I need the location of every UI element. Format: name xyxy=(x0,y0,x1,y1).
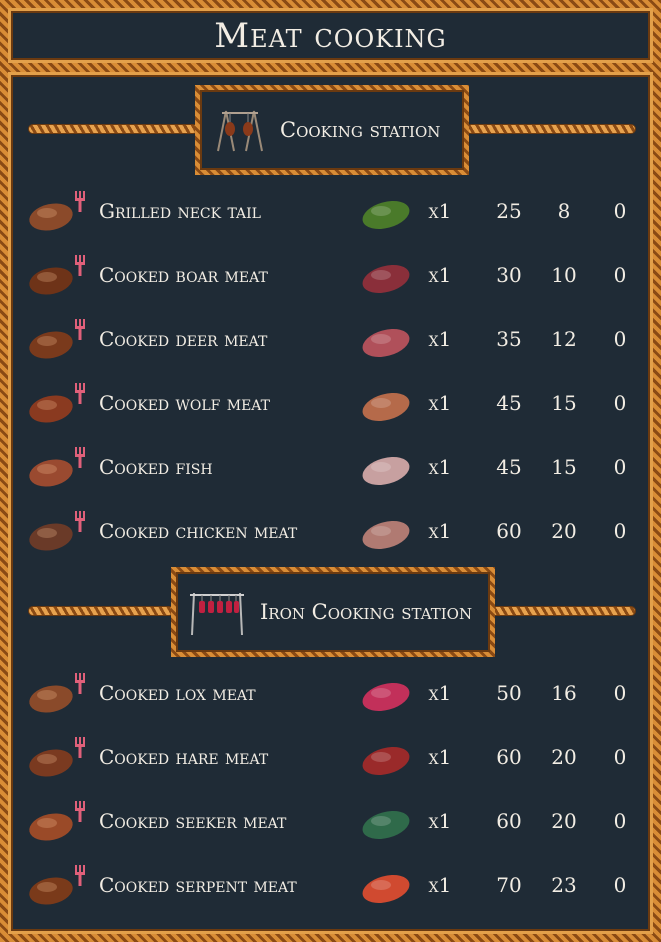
rope-divider-left xyxy=(28,606,174,616)
recipe-row[interactable]: Cooked serpent meat x1 70 23 0 xyxy=(11,859,656,915)
cooked-meat-icon xyxy=(29,255,85,295)
cooked-meat-icon xyxy=(29,447,85,487)
raw-ingredient-icon xyxy=(362,392,410,422)
dish-name: Cooked chicken meat xyxy=(99,519,298,543)
cooked-meat-icon xyxy=(29,737,85,777)
recipe-row[interactable]: Cooked chicken meat x1 60 20 0 xyxy=(11,505,656,561)
rope-divider-right xyxy=(466,124,636,134)
cooked-meat-icon xyxy=(29,319,85,359)
station-name: Cooking station xyxy=(280,118,441,142)
cooked-meat-icon xyxy=(29,383,85,423)
stat-value: 60 xyxy=(496,519,522,543)
stat-value: 0 xyxy=(613,519,627,543)
dish-name: Cooked seeker meat xyxy=(99,809,287,833)
stat-value: 0 xyxy=(613,745,627,769)
stat-value: 0 xyxy=(613,809,627,833)
stat-value: 50 xyxy=(496,681,522,705)
recipe-row[interactable]: Cooked seeker meat x1 60 20 0 xyxy=(11,795,656,851)
raw-ingredient-icon xyxy=(362,810,410,840)
cooking-station-icon xyxy=(217,110,263,152)
raw-ingredient-icon xyxy=(362,200,410,230)
stat-value: 70 xyxy=(496,873,522,897)
stat-value: 45 xyxy=(496,455,522,479)
ingredient-quantity: x1 xyxy=(428,745,452,769)
cooked-meat-icon xyxy=(29,191,85,231)
ingredient-quantity: x1 xyxy=(428,455,452,479)
dish-name: Cooked wolf meat xyxy=(99,391,270,415)
stat-value: 0 xyxy=(613,455,627,479)
dish-name: Cooked lox meat xyxy=(99,681,256,705)
dish-name: Cooked fish xyxy=(99,455,213,479)
stat-value: 60 xyxy=(496,745,522,769)
raw-ingredient-icon xyxy=(362,746,410,776)
ingredient-quantity: x1 xyxy=(428,199,452,223)
stat-value: 0 xyxy=(613,199,627,223)
recipe-row[interactable]: Cooked boar meat x1 30 10 0 xyxy=(11,249,656,305)
ingredient-quantity: x1 xyxy=(428,391,452,415)
stat-value: 0 xyxy=(613,263,627,287)
iron-cooking-station-icon xyxy=(190,592,244,636)
stat-value: 20 xyxy=(551,519,577,543)
recipe-row[interactable]: Cooked wolf meat x1 45 15 0 xyxy=(11,377,656,433)
raw-ingredient-icon xyxy=(362,328,410,358)
raw-ingredient-icon xyxy=(362,520,410,550)
ingredient-quantity: x1 xyxy=(428,263,452,287)
ingredient-quantity: x1 xyxy=(428,809,452,833)
cooked-meat-icon xyxy=(29,801,85,841)
rope-divider-left xyxy=(28,124,198,134)
ingredient-quantity: x1 xyxy=(428,519,452,543)
stat-value: 15 xyxy=(551,455,577,479)
cooked-meat-icon xyxy=(29,865,85,905)
dish-name: Grilled neck tail xyxy=(99,199,261,223)
stat-value: 0 xyxy=(613,873,627,897)
cooked-meat-icon xyxy=(29,511,85,551)
raw-ingredient-icon xyxy=(362,456,410,486)
cooked-meat-icon xyxy=(29,673,85,713)
stat-value: 60 xyxy=(496,809,522,833)
stat-value: 15 xyxy=(551,391,577,415)
ingredient-quantity: x1 xyxy=(428,681,452,705)
stat-value: 8 xyxy=(557,199,571,223)
raw-ingredient-icon xyxy=(362,682,410,712)
stat-value: 0 xyxy=(613,681,627,705)
station-header-iron-cooking: Iron Cooking station xyxy=(171,567,495,657)
page-title: Meat cooking xyxy=(214,15,447,56)
stat-value: 30 xyxy=(496,263,522,287)
stat-value: 35 xyxy=(496,327,522,351)
stat-value: 45 xyxy=(496,391,522,415)
station-header-cooking: Cooking station xyxy=(195,85,469,175)
stat-value: 16 xyxy=(551,681,577,705)
rope-divider-right xyxy=(491,606,636,616)
raw-ingredient-icon xyxy=(362,264,410,294)
stat-value: 20 xyxy=(551,809,577,833)
ingredient-quantity: x1 xyxy=(428,327,452,351)
stat-value: 0 xyxy=(613,327,627,351)
stat-value: 20 xyxy=(551,745,577,769)
dish-name: Cooked serpent meat xyxy=(99,873,297,897)
dish-name: Cooked hare meat xyxy=(99,745,269,769)
dish-name: Cooked deer meat xyxy=(99,327,268,351)
recipe-panel: Cooking station Grilled neck tail x1 25 8 0 C… xyxy=(8,72,653,934)
stat-value: 23 xyxy=(551,873,577,897)
recipe-row[interactable]: Cooked fish x1 45 15 0 xyxy=(11,441,656,497)
recipe-row[interactable]: Cooked lox meat x1 50 16 0 xyxy=(11,667,656,723)
recipe-row[interactable]: Grilled neck tail x1 25 8 0 xyxy=(11,185,656,241)
station-name: Iron Cooking station xyxy=(260,600,473,624)
dish-name: Cooked boar meat xyxy=(99,263,268,287)
stat-value: 10 xyxy=(551,263,577,287)
stat-value: 25 xyxy=(496,199,522,223)
stat-value: 12 xyxy=(551,327,577,351)
ingredient-quantity: x1 xyxy=(428,873,452,897)
recipe-row[interactable]: Cooked hare meat x1 60 20 0 xyxy=(11,731,656,787)
title-banner: Meat cooking xyxy=(8,8,653,63)
stat-value: 0 xyxy=(613,391,627,415)
recipe-row[interactable]: Cooked deer meat x1 35 12 0 xyxy=(11,313,656,369)
raw-ingredient-icon xyxy=(362,874,410,904)
